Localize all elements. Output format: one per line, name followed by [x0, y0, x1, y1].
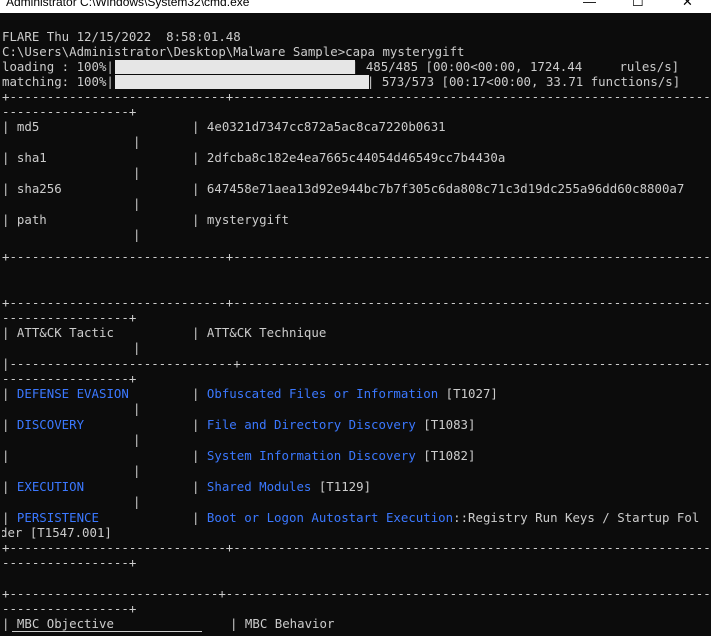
attack-technique: System Information Discovery [206, 448, 416, 463]
table-border: |------------------------------+--------… [2, 356, 711, 371]
table-border: +-----------------------------+---------… [2, 540, 711, 555]
attack-tactic: DEFENSE EVASION [16, 386, 129, 401]
file-info-key: sha1 [16, 150, 47, 165]
table-row: | | System Information Discovery [T1082] [2, 448, 476, 463]
loading-progress-fill [115, 60, 355, 74]
mbc-header-row: | MBC Objective | MBC Behavior [2, 616, 335, 631]
attack-tactic-header: ATT&CK Tactic [16, 325, 114, 340]
command-text: capa mysterygift [345, 44, 465, 59]
matching-label: matching: 100%| [2, 74, 114, 89]
attack-technique: Shared Modules [206, 479, 312, 494]
file-info-key: path [16, 212, 47, 227]
wrapped-line: der [T1547.001] [2, 525, 112, 540]
attack-tactic: EXECUTION [16, 479, 85, 494]
maximize-button[interactable]: ☐ [632, 0, 644, 10]
loading-suffix: | 485/485 [00:00<00:00, 1724.44 rules/s] [350, 59, 680, 74]
table-border: +-----------------------------+---------… [2, 249, 711, 264]
attack-technique-id: [T1129] [311, 479, 372, 494]
prompt: C:\Users\Administrator\Desktop\Malware S… [2, 44, 346, 59]
mbc-behavior-header: MBC Behavior [244, 616, 335, 631]
attack-technique: Boot or Logon Autostart Execution [206, 510, 454, 525]
table-border: -----------------+ [2, 310, 137, 325]
attack-technique-id: ::Registry Run Keys / Startup Fol [453, 510, 700, 525]
table-border: +-----------------------------+---------… [2, 89, 711, 104]
table-row: | sha256 | 647458e71aea13d92e944bc7b7f305… [2, 181, 685, 196]
table-row: | DISCOVERY | File and Directory Discover… [2, 417, 476, 432]
attack-technique-id: [T1027] [438, 386, 498, 401]
table-border: +----------------------------+----------… [2, 586, 711, 601]
table-row: | path | mysterygift [2, 212, 289, 227]
table-pipe: | [133, 227, 141, 242]
attack-header-row: | ATT&CK Tactic | ATT&CK Technique [2, 325, 327, 340]
table-pipe: | [133, 401, 141, 416]
window-title: Administrator C:\Windows\System32\cmd.ex… [6, 0, 250, 9]
table-pipe: | [133, 340, 141, 355]
attack-technique-header: ATT&CK Technique [206, 325, 327, 340]
table-border: -----------------+ [2, 104, 137, 119]
table-pipe: | [133, 494, 141, 509]
file-info-key: sha256 [16, 181, 62, 196]
table-pipe: | [133, 432, 141, 447]
table-pipe: | [133, 165, 141, 180]
table-row: | DEFENSE EVASION | Obfuscated Files or I… [2, 386, 498, 401]
table-border: -----------------+ [2, 555, 137, 570]
file-info-value: 2dfcba8c182e4ea7665c44054d46549cc7b4430a [206, 150, 506, 165]
minimize-button[interactable]: — [583, 0, 596, 9]
attack-tactic: DISCOVERY [16, 417, 85, 432]
close-button[interactable]: ✕ [682, 0, 693, 10]
table-row: | md5 | 4e0321d7347cc872a5ac8ca7220b0631 [2, 119, 446, 134]
banner-line: FLARE Thu 12/15/2022 8:58:01.48 [2, 29, 241, 44]
text-cursor-underline [12, 631, 202, 632]
file-info-key: md5 [16, 119, 40, 134]
attack-technique-id: [T1083] [415, 417, 476, 432]
table-border: +-----------------------------+---------… [2, 295, 711, 310]
command-line: C:\Users\Administrator\Desktop\Malware S… [2, 44, 465, 59]
file-info-value: mysterygift [206, 212, 289, 227]
window-titlebar: Administrator C:\Windows\System32\cmd.ex… [0, 0, 711, 13]
table-row: | EXECUTION | Shared Modules [T1129] [2, 479, 372, 494]
loading-label: loading : 100%| [2, 59, 114, 74]
matching-progress-fill [115, 75, 369, 89]
table-row: | PERSISTENCE | Boot or Logon Autostart E… [2, 510, 700, 525]
table-pipe: | [133, 134, 141, 149]
attack-technique: Obfuscated Files or Information [206, 386, 439, 401]
table-pipe: | [133, 196, 141, 211]
table-border: -----------------+ [2, 601, 137, 616]
file-info-value: 647458e71aea13d92e944bc7b7f305c6da808c71… [206, 181, 685, 196]
mbc-objective-header: MBC Objective [16, 616, 114, 631]
file-info-value: 4e0321d7347cc872a5ac8ca7220b0631 [206, 119, 446, 134]
table-row: | sha1 | 2dfcba8c182e4ea7665c44054d46549c… [2, 150, 506, 165]
table-border: -----------------+ [2, 371, 137, 386]
table-pipe: | [133, 463, 141, 478]
attack-technique: File and Directory Discovery [206, 417, 416, 432]
attack-tactic: PERSISTENCE [16, 510, 99, 525]
attack-technique-id: [T1082] [415, 448, 476, 463]
console-output[interactable]: FLARE Thu 12/15/2022 8:58:01.48 C:\Users… [2, 16, 711, 636]
matching-suffix: | 573/573 [00:17<00:00, 33.71 functions/… [366, 74, 681, 89]
